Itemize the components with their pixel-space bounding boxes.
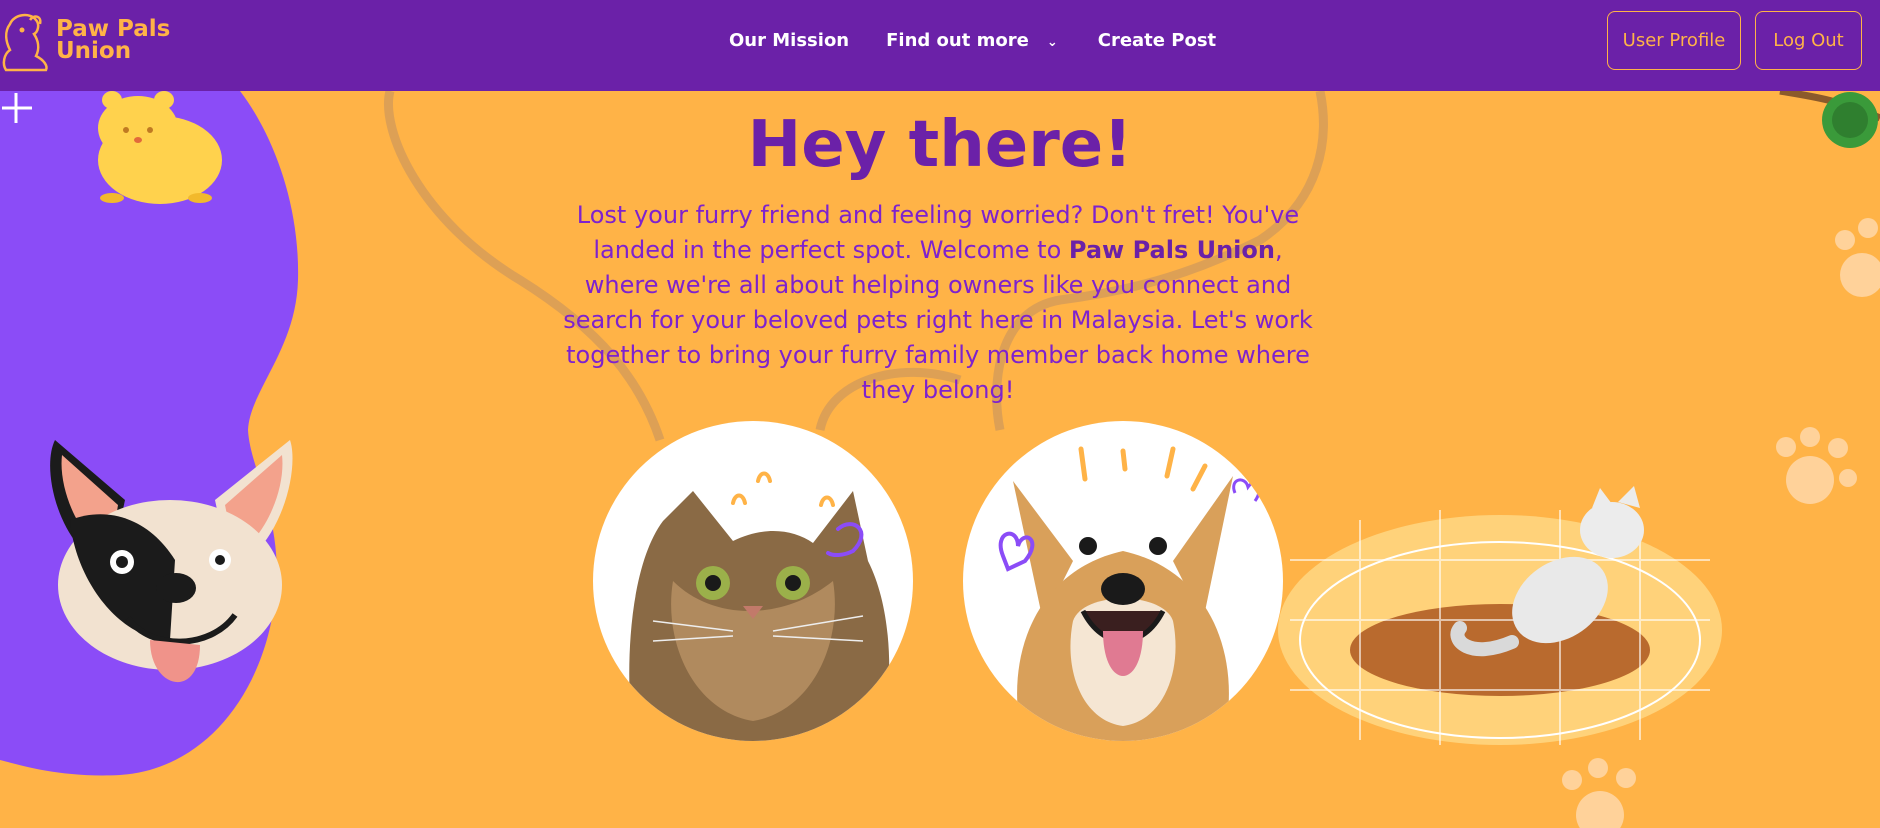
brand-logo[interactable]: Paw Pals Union bbox=[0, 10, 170, 74]
brand-line-2: Union bbox=[56, 38, 132, 64]
chevron-down-icon: ⌄ bbox=[1046, 35, 1058, 50]
nav-link-find-out-more-label: Find out more bbox=[886, 30, 1029, 51]
brand-line-1: Paw Pals bbox=[56, 16, 171, 42]
nav-links: Our Mission Find out more ⌄ Create Post bbox=[729, 30, 1216, 51]
log-out-button[interactable]: Log Out bbox=[1755, 11, 1862, 70]
brand-name: Paw Pals Union bbox=[56, 16, 171, 64]
dog-logo-icon bbox=[2, 13, 48, 72]
hero-description: Lost your furry friend and feeling worri… bbox=[560, 198, 1316, 408]
nav-link-our-mission[interactable]: Our Mission bbox=[729, 30, 849, 51]
cat-photo bbox=[593, 421, 913, 741]
nav-link-create-post[interactable]: Create Post bbox=[1098, 30, 1216, 51]
navbar: Paw Pals Union Our Mission Find out more… bbox=[0, 0, 1880, 91]
dog-photo bbox=[963, 421, 1283, 741]
pet-bed-illustration bbox=[1278, 510, 1722, 745]
user-profile-button[interactable]: User Profile bbox=[1607, 11, 1741, 70]
page-title: Hey there! bbox=[747, 108, 1133, 182]
hero-brand-name: Paw Pals Union bbox=[1068, 236, 1275, 264]
nav-link-find-out-more[interactable]: Find out more ⌄ bbox=[886, 30, 1058, 51]
